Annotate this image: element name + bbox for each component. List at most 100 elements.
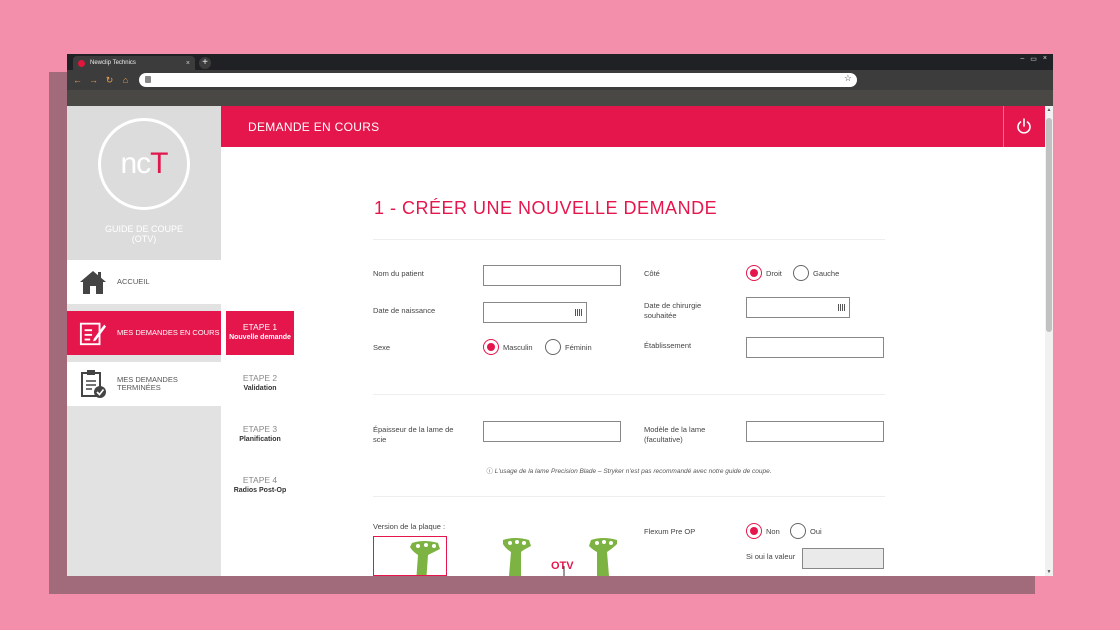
page-title: DEMANDE EN COURS bbox=[248, 120, 380, 134]
step-number: ETAPE 1 bbox=[242, 322, 278, 332]
logo-caption: GUIDE DE COUPE (OTV) bbox=[67, 224, 221, 244]
bookmark-star-icon[interactable]: ☆ bbox=[844, 73, 852, 84]
new-tab-button[interactable]: + bbox=[199, 57, 211, 69]
minimize-button[interactable]: – bbox=[1020, 55, 1024, 63]
calendar-icon[interactable] bbox=[838, 304, 845, 311]
step-number: ETAPE 4 bbox=[242, 475, 278, 485]
surgery-date-label: Date de chirurgie souhaitée bbox=[644, 301, 701, 321]
logo-text-t: T bbox=[150, 147, 168, 180]
radio-dot[interactable] bbox=[793, 265, 809, 281]
scrollbar-thumb[interactable] bbox=[1046, 118, 1052, 332]
establishment-input[interactable] bbox=[746, 337, 884, 358]
radio-droit[interactable]: Droit bbox=[746, 265, 782, 281]
radio-dot[interactable] bbox=[545, 339, 561, 355]
info-icon: ⓘ bbox=[486, 468, 493, 475]
radio-label: Masculin bbox=[503, 342, 533, 352]
flexum-label: Flexum Pre OP bbox=[644, 527, 696, 536]
flexum-value-input[interactable] bbox=[802, 548, 884, 569]
sidebar-item-label: MES DEMANDES EN COURS bbox=[117, 328, 220, 337]
logo-text-nc: nc bbox=[120, 147, 151, 180]
sidebar-item-accueil[interactable]: ACCUEIL bbox=[67, 260, 221, 304]
maximize-button[interactable]: ▭ bbox=[1030, 55, 1037, 63]
radio-label: Non bbox=[766, 526, 780, 536]
logo-area: ncT GUIDE DE COUPE (OTV) bbox=[67, 106, 221, 260]
home-button-icon[interactable]: ⌂ bbox=[121, 75, 130, 85]
vertical-scrollbar[interactable]: ▲ ▼ bbox=[1045, 106, 1053, 576]
tab-close-icon[interactable]: × bbox=[186, 60, 190, 67]
step-4[interactable]: ETAPE 4 Radios Post-Op bbox=[226, 464, 294, 508]
radio-flexum-non[interactable]: Non bbox=[746, 523, 780, 539]
radio-dot[interactable] bbox=[746, 523, 762, 539]
radio-gauche[interactable]: Gauche bbox=[793, 265, 839, 281]
sidebar-item-label: ACCUEIL bbox=[117, 277, 150, 286]
radio-label: Droit bbox=[766, 268, 782, 278]
browser-toolbar: ← → ↻ ⌂ ☆ bbox=[67, 70, 1053, 90]
blade-thickness-label-line2: scie bbox=[373, 435, 387, 444]
surgery-date-label-line2: souhaitée bbox=[644, 311, 677, 320]
browser-window: Newclip Technics × + – ▭ × ← → ↻ ⌂ ☆ ncT bbox=[67, 54, 1053, 576]
logo-caption-line2: (OTV) bbox=[131, 234, 157, 244]
flexum-value-label: Si oui la valeur bbox=[746, 552, 796, 561]
radio-dot[interactable] bbox=[746, 265, 762, 281]
divider bbox=[373, 239, 885, 240]
form-heading: 1 - CRÉER UNE NOUVELLE DEMANDE bbox=[374, 198, 718, 218]
divider bbox=[373, 394, 885, 395]
radio-label: Oui bbox=[810, 526, 822, 536]
patient-name-input[interactable] bbox=[483, 265, 621, 286]
surgery-date-input[interactable] bbox=[746, 297, 850, 318]
address-bar[interactable]: ☆ bbox=[139, 73, 857, 87]
home-icon bbox=[79, 268, 107, 296]
otv-label: OTV bbox=[551, 560, 574, 572]
bookmarks-bar bbox=[67, 90, 1053, 106]
scroll-down-icon[interactable]: ▼ bbox=[1045, 569, 1053, 575]
blade-model-input[interactable] bbox=[746, 421, 884, 442]
plate-version-label: Version de la plaque : bbox=[373, 522, 446, 531]
close-window-button[interactable]: × bbox=[1043, 55, 1047, 63]
step-number: ETAPE 2 bbox=[242, 373, 278, 383]
plate-option-selected[interactable] bbox=[373, 536, 447, 576]
step-3[interactable]: ETAPE 3 Planification bbox=[226, 413, 294, 457]
plate-image bbox=[410, 541, 440, 575]
clipboard-check-icon bbox=[79, 370, 107, 398]
blade-model-label-line2: (facultative) bbox=[644, 435, 683, 444]
birth-date-input[interactable] bbox=[483, 302, 587, 323]
tab-title: Newclip Technics bbox=[90, 60, 136, 66]
window-controls: – ▭ × bbox=[1020, 55, 1047, 63]
blade-note-text: L'usage de la lame Precision Blade – Str… bbox=[494, 468, 772, 475]
step-2[interactable]: ETAPE 2 Validation bbox=[226, 362, 294, 406]
browser-tab[interactable]: Newclip Technics × bbox=[73, 56, 195, 70]
logo-caption-line1: GUIDE DE COUPE bbox=[104, 224, 183, 234]
back-arrow-icon[interactable]: ← bbox=[73, 75, 82, 85]
power-icon[interactable] bbox=[1016, 118, 1032, 134]
divider bbox=[373, 496, 885, 497]
birth-date-label: Date de naissance bbox=[373, 306, 436, 315]
blade-note: ⓘ L'usage de la lame Precision Blade – S… bbox=[373, 465, 885, 475]
sidebar-item-demandes-terminees[interactable]: MES DEMANDES TERMINÉES bbox=[67, 362, 221, 406]
surgery-date-label-line1: Date de chirurgie bbox=[644, 301, 702, 310]
step-name: Radios Post-Op bbox=[233, 487, 287, 494]
side-label: Côté bbox=[644, 269, 660, 278]
steps-panel: ETAPE 1 Nouvelle demande ETAPE 2 Validat… bbox=[221, 106, 301, 576]
reload-icon[interactable]: ↻ bbox=[105, 75, 114, 86]
radio-dot[interactable] bbox=[790, 523, 806, 539]
scroll-up-icon[interactable]: ▲ bbox=[1045, 107, 1053, 113]
radio-dot[interactable] bbox=[483, 339, 499, 355]
logo-circle: ncT bbox=[98, 118, 190, 210]
sidebar-item-demandes-en-cours[interactable]: MES DEMANDES EN COURS bbox=[67, 311, 221, 355]
favicon-icon bbox=[78, 59, 85, 67]
establishment-label: Établissement bbox=[644, 341, 692, 350]
radio-flexum-oui[interactable]: Oui bbox=[790, 523, 822, 539]
forward-arrow-icon[interactable]: → bbox=[89, 75, 98, 85]
step-1[interactable]: ETAPE 1 Nouvelle demande bbox=[226, 311, 294, 355]
sidebar: ncT GUIDE DE COUPE (OTV) ACCUEIL MES DEM… bbox=[67, 106, 221, 576]
sex-label: Sexe bbox=[373, 343, 391, 352]
header-divider bbox=[1003, 106, 1004, 147]
radio-feminin[interactable]: Féminin bbox=[545, 339, 592, 355]
blade-thickness-label-line1: Épaisseur de la lame de bbox=[373, 425, 454, 434]
blade-thickness-input[interactable] bbox=[483, 421, 621, 442]
calendar-icon[interactable] bbox=[575, 309, 582, 316]
step-name: Planification bbox=[239, 436, 281, 443]
step-name: Nouvelle demande bbox=[229, 334, 291, 341]
radio-masculin[interactable]: Masculin bbox=[483, 339, 533, 355]
blade-model-label-line1: Modèle de la lame bbox=[644, 425, 706, 434]
